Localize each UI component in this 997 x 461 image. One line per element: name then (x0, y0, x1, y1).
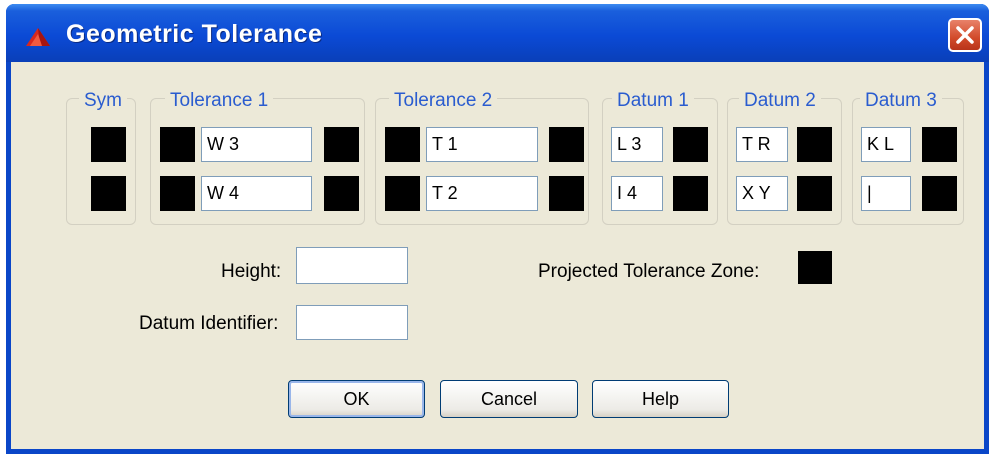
dialog-window: Geometric Tolerance Sym Tolerance 1 W 3 … (6, 4, 989, 454)
datum2-value-2[interactable]: X Y (736, 176, 788, 211)
tolerance2-legend: Tolerance 2 (389, 90, 498, 112)
datum3-modifier-swatch-2[interactable] (922, 176, 957, 211)
datum2-modifier-swatch-2[interactable] (797, 176, 832, 211)
datum-identifier-label: Datum Identifier: (139, 313, 279, 334)
tolerance2-modifier-swatch-2[interactable] (549, 176, 584, 211)
tolerance1-diameter-swatch-2[interactable] (160, 176, 195, 211)
height-input[interactable] (296, 247, 408, 284)
datum1-value-2[interactable]: I 4 (611, 176, 663, 211)
datum-identifier-input[interactable] (296, 305, 408, 340)
tolerance2-diameter-swatch-2[interactable] (385, 176, 420, 211)
datum3-value-2[interactable]: | (861, 176, 911, 211)
tolerance1-value-1[interactable]: W 3 (201, 127, 312, 162)
datum3-legend: Datum 3 (860, 90, 942, 112)
autocad-app-icon (26, 28, 50, 46)
projected-tolerance-zone-label: Projected Tolerance Zone: (538, 261, 760, 282)
tolerance2-value-2[interactable]: T 2 (426, 176, 538, 211)
title-bar[interactable]: Geometric Tolerance (6, 4, 989, 62)
ok-button[interactable]: OK (288, 380, 425, 418)
datum1-modifier-swatch-1[interactable] (673, 127, 708, 162)
symbol-swatch-2[interactable] (91, 176, 126, 211)
cancel-button[interactable]: Cancel (440, 380, 578, 418)
tolerance2-modifier-swatch-1[interactable] (549, 127, 584, 162)
datum1-value-1[interactable]: L 3 (611, 127, 663, 162)
tolerance2-value-1[interactable]: T 1 (426, 127, 538, 162)
help-button[interactable]: Help (592, 380, 729, 418)
tolerance2-diameter-swatch-1[interactable] (385, 127, 420, 162)
datum3-modifier-swatch-1[interactable] (922, 127, 957, 162)
datum2-legend: Datum 2 (739, 90, 821, 112)
close-icon (956, 26, 974, 44)
datum2-modifier-swatch-1[interactable] (797, 127, 832, 162)
datum2-value-1[interactable]: T R (736, 127, 788, 162)
close-button[interactable] (948, 18, 982, 52)
projected-tolerance-zone-swatch[interactable] (798, 251, 832, 284)
tolerance1-modifier-swatch-2[interactable] (324, 176, 359, 211)
sym-legend: Sym (79, 90, 127, 112)
symbol-swatch-1[interactable] (91, 127, 126, 162)
tolerance1-modifier-swatch-1[interactable] (324, 127, 359, 162)
tolerance1-legend: Tolerance 1 (165, 90, 274, 112)
datum1-modifier-swatch-2[interactable] (673, 176, 708, 211)
datum1-legend: Datum 1 (612, 90, 694, 112)
height-label: Height: (221, 261, 282, 282)
datum3-value-1[interactable]: K L (861, 127, 911, 162)
tolerance1-value-2[interactable]: W 4 (201, 176, 312, 211)
window-title: Geometric Tolerance (66, 20, 323, 48)
dialog-body: Sym Tolerance 1 W 3 W 4 Tolerance 2 T 1 … (11, 62, 984, 449)
tolerance1-diameter-swatch-1[interactable] (160, 127, 195, 162)
